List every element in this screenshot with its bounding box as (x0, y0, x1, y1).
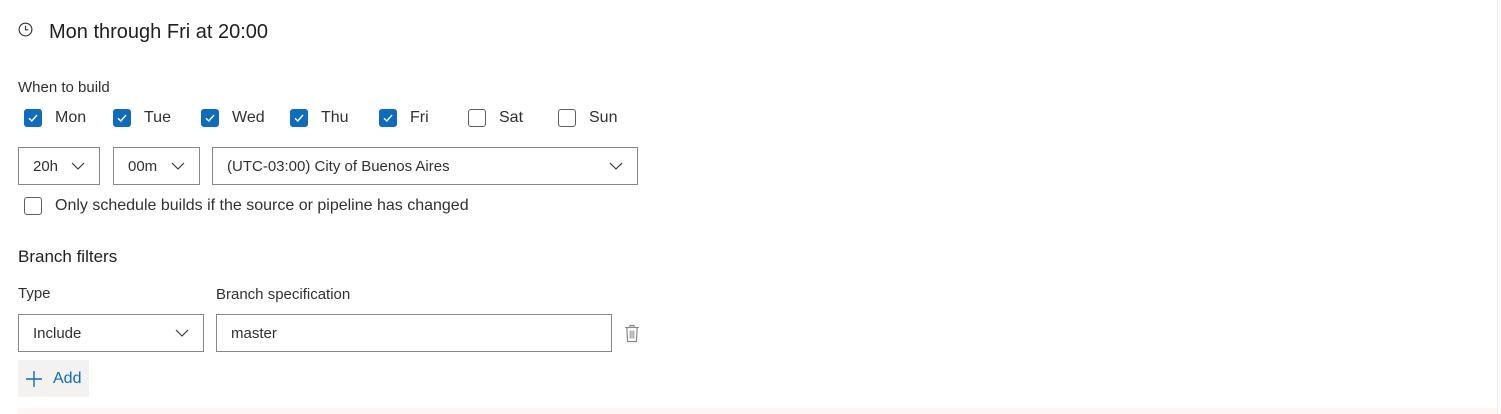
filter-type-value: Include (33, 324, 82, 342)
day-tue-checkbox[interactable] (113, 109, 131, 127)
only-if-changed-label: Only schedule builds if the source or pi… (55, 197, 469, 214)
day-tue-label: Tue (144, 109, 171, 126)
chevron-down-icon (171, 162, 185, 170)
day-checkboxes: Mon Tue Wed Thu Fri Sat Sun (24, 107, 617, 129)
day-thu-checkbox[interactable] (290, 109, 308, 127)
day-thu[interactable]: Thu (290, 109, 379, 127)
checkmark-icon (383, 114, 393, 123)
plus-icon (26, 370, 42, 387)
day-fri-label: Fri (410, 109, 429, 126)
right-divider (1497, 0, 1498, 414)
only-if-changed-option[interactable]: Only schedule builds if the source or pi… (24, 196, 469, 216)
bottom-panel-edge (18, 408, 1497, 414)
day-fri-checkbox[interactable] (379, 109, 397, 127)
day-sat[interactable]: Sat (468, 109, 558, 127)
day-wed[interactable]: Wed (201, 109, 290, 127)
chevron-down-icon (609, 162, 623, 170)
branch-spec-value: master (231, 324, 277, 342)
schedule-header: Mon through Fri at 20:00 (18, 18, 268, 46)
minute-value: 00m (128, 157, 158, 175)
checkmark-icon (205, 114, 215, 123)
chevron-down-icon (175, 329, 189, 337)
day-mon-label: Mon (55, 109, 87, 126)
day-thu-label: Thu (321, 109, 349, 126)
chevron-down-icon (71, 162, 85, 170)
hour-dropdown[interactable]: 20h (18, 147, 100, 185)
day-sat-label: Sat (499, 109, 524, 126)
day-sun-checkbox[interactable] (558, 109, 576, 127)
hour-value: 20h (33, 157, 59, 175)
filter-type-dropdown[interactable]: Include (18, 314, 204, 352)
type-column-label: Type (18, 285, 51, 302)
day-mon[interactable]: Mon (24, 109, 113, 127)
checkmark-icon (117, 114, 127, 123)
add-filter-button[interactable]: Add (18, 360, 89, 397)
day-wed-label: Wed (232, 109, 265, 126)
timezone-dropdown[interactable]: (UTC-03:00) City of Buenos Aires (212, 147, 638, 185)
minute-dropdown[interactable]: 00m (113, 147, 200, 185)
trash-icon[interactable] (624, 324, 640, 343)
day-sun[interactable]: Sun (558, 109, 617, 127)
add-filter-label: Add (53, 369, 82, 387)
checkmark-icon (28, 114, 38, 123)
branch-spec-input[interactable]: master (216, 314, 612, 352)
day-mon-checkbox[interactable] (24, 109, 42, 127)
only-if-changed-checkbox[interactable] (24, 197, 42, 215)
day-wed-checkbox[interactable] (201, 109, 219, 127)
when-to-build-label: When to build (18, 79, 110, 96)
branch-spec-column-label: Branch specification (216, 286, 351, 303)
day-sat-checkbox[interactable] (468, 109, 486, 127)
schedule-summary: Mon through Fri at 20:00 (49, 20, 269, 43)
clock-icon (18, 22, 33, 36)
day-fri[interactable]: Fri (379, 109, 468, 127)
branch-filters-heading: Branch filters (18, 247, 118, 266)
checkmark-icon (294, 114, 304, 123)
day-tue[interactable]: Tue (113, 109, 201, 127)
timezone-value: (UTC-03:00) City of Buenos Aires (227, 157, 450, 175)
day-sun-label: Sun (589, 109, 618, 126)
